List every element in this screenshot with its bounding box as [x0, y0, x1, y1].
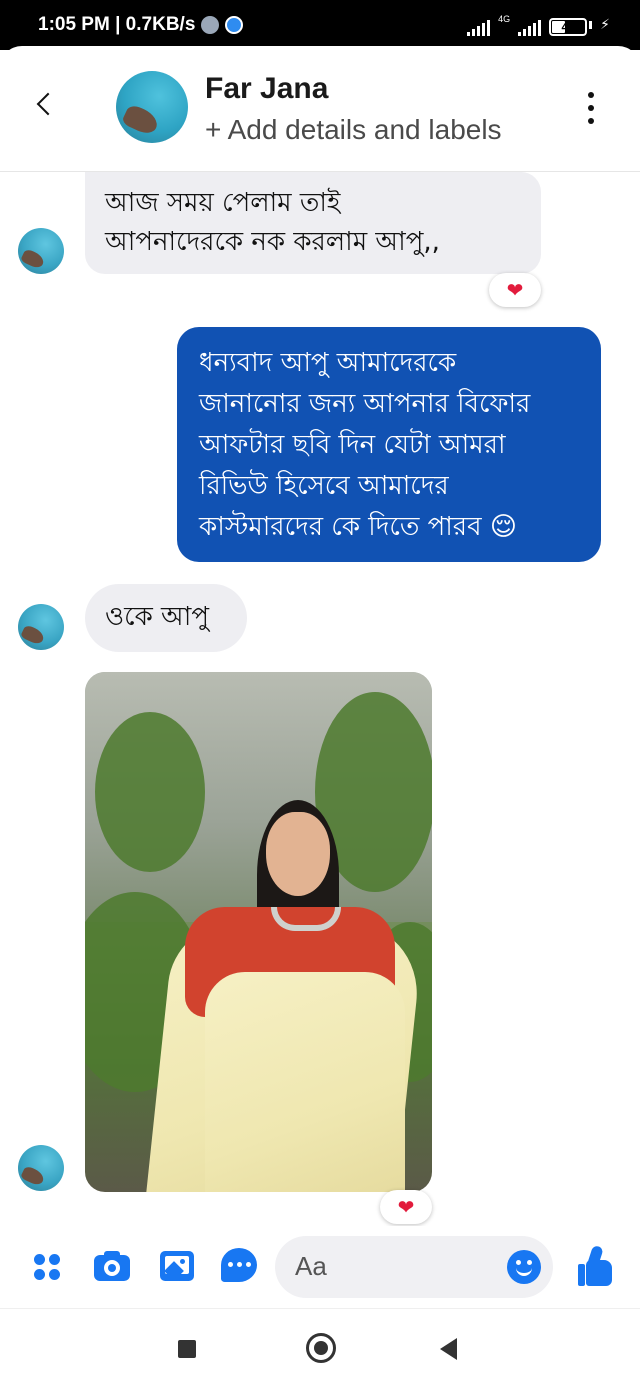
heart-reaction-icon[interactable]: ❤: [489, 273, 541, 307]
message-line: আফটার ছবি দিন যেটা আমরা: [199, 430, 506, 460]
sender-avatar: [18, 228, 64, 274]
network-type-label: 4G: [498, 14, 511, 24]
sender-avatar: [18, 1145, 64, 1191]
messenger-notification-icon: [225, 16, 244, 34]
message-line: জানানোর জন্য আপনার বিফোর: [199, 389, 531, 419]
photo-message[interactable]: [85, 672, 432, 1192]
message-line: রিভিউ হিসেবে আমাদের: [199, 471, 449, 501]
more-options-icon[interactable]: [583, 92, 599, 124]
back-arrow-icon[interactable]: [34, 92, 60, 118]
status-left: 1:05 PM | 0.7KB/s: [38, 14, 244, 36]
battery-nub: [589, 21, 593, 29]
thumbs-up-icon[interactable]: [576, 1244, 616, 1288]
back-button[interactable]: [440, 1338, 457, 1360]
contact-avatar[interactable]: [116, 71, 188, 143]
sender-avatar: [18, 604, 64, 650]
contact-name[interactable]: Far Jana: [205, 72, 328, 106]
signal-4g-icon: [518, 20, 542, 36]
incoming-message[interactable]: ওকে আপু: [85, 584, 247, 652]
message-line: ওকে আপু: [105, 602, 210, 632]
data-saver-icon: [201, 16, 220, 34]
message-line: আপনাদেরকে নক করলাম আপু,,: [105, 227, 440, 257]
message-line-text: কাস্টমারদের কে দিতে পারব: [199, 512, 482, 542]
message-line: আজ সময় পেলাম তাই: [105, 188, 341, 218]
incoming-message[interactable]: আজ সময় পেলাম তাই আপনাদেরকে নক করলাম আপু…: [85, 172, 541, 274]
status-bar: 1:05 PM | 0.7KB/s 4G 41 ⚡: [0, 0, 640, 50]
camera-icon[interactable]: [92, 1246, 132, 1286]
signal-icon: [467, 20, 491, 36]
heart-reaction-icon[interactable]: ❤: [380, 1190, 432, 1224]
home-button[interactable]: [306, 1333, 336, 1363]
status-right: 4G 41 ⚡: [467, 14, 610, 36]
charging-icon: ⚡: [600, 17, 610, 33]
battery-icon: 41: [549, 18, 588, 36]
relieved-face-emoji: 😌: [489, 512, 517, 542]
emoji-icon[interactable]: [507, 1250, 541, 1284]
status-time-speed: 1:05 PM | 0.7KB/s: [38, 14, 196, 35]
apps-icon[interactable]: [28, 1246, 68, 1286]
message-input[interactable]: Aa: [275, 1236, 553, 1298]
recents-button[interactable]: [178, 1340, 196, 1358]
messenger-screen: 1:05 PM | 0.7KB/s 4G 41 ⚡ Far Jana + Add…: [0, 0, 640, 1386]
battery-level-text: 41: [561, 20, 575, 34]
chat-bubble-icon[interactable]: [219, 1246, 259, 1286]
chat-header: Far Jana + Add details and labels: [0, 46, 640, 172]
message-line: ধন্যবাদ আপু আমাদেরকে: [199, 348, 457, 378]
outgoing-message[interactable]: ধন্যবাদ আপু আমাদেরকে জানানোর জন্য আপনার …: [177, 327, 601, 562]
message-composer: Aa: [0, 1226, 640, 1308]
add-details-link[interactable]: + Add details and labels: [205, 114, 502, 146]
gallery-icon[interactable]: [157, 1246, 197, 1286]
message-input-placeholder: Aa: [295, 1251, 327, 1281]
message-line: কাস্টমারদের কে দিতে পারব 😌: [199, 507, 601, 548]
system-nav-bar: [0, 1308, 640, 1386]
